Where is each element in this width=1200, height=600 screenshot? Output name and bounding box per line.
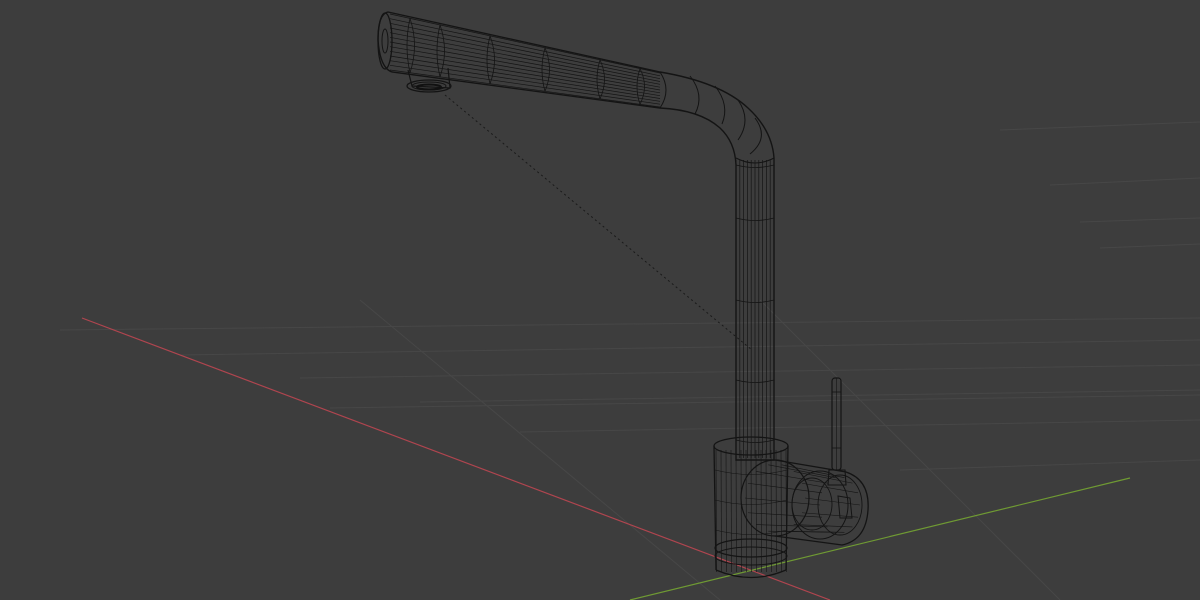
base-wire <box>725 449 727 573</box>
3d-viewport[interactable] <box>0 0 1200 600</box>
base-wire <box>730 449 732 573</box>
spout-wire <box>389 46 661 94</box>
grid-line <box>419 389 1200 403</box>
viewport-canvas[interactable] <box>0 0 1200 600</box>
base-wire <box>745 449 747 573</box>
grid-line <box>759 299 1061 600</box>
grid-line <box>299 364 1200 379</box>
base-wire <box>755 449 757 573</box>
spout-outline <box>377 11 775 461</box>
grid-line <box>179 339 1200 356</box>
base-wire <box>770 449 772 573</box>
base-wires <box>714 449 788 573</box>
faucet-mesh[interactable] <box>377 11 869 579</box>
aerator[interactable] <box>406 67 452 93</box>
cartridge-wire <box>804 497 861 506</box>
base-wire <box>780 449 782 573</box>
base-wire <box>735 449 737 573</box>
grid-line <box>999 121 1200 131</box>
x-axis-line <box>81 317 831 600</box>
base-wire <box>720 449 722 573</box>
light-direction-line <box>444 94 753 351</box>
elbow-ring <box>689 75 700 115</box>
spout-wire <box>389 41 661 91</box>
y-axis-line <box>629 477 1131 600</box>
spout-longitudinal-wires <box>389 13 661 108</box>
spout-wire <box>389 13 661 74</box>
grid-line <box>899 459 1200 471</box>
spout-wire <box>389 60 661 102</box>
base-wire <box>750 449 752 573</box>
elbow-ring <box>737 99 746 141</box>
floor-grid <box>59 121 1200 600</box>
grid-line <box>1079 217 1200 223</box>
grid-line <box>359 299 721 600</box>
spout-end-cap <box>377 12 393 70</box>
grid-line <box>519 419 1200 433</box>
base-wire <box>775 449 777 573</box>
cartridge-wire <box>756 471 828 484</box>
mixer-cartridge[interactable] <box>740 459 869 546</box>
spout-wire <box>389 18 661 77</box>
base-wire <box>740 449 742 573</box>
grid-line <box>59 317 1200 331</box>
elbow-ring <box>659 71 667 109</box>
base-wire <box>765 449 767 573</box>
grid-line <box>1049 177 1200 186</box>
elbow-ring <box>749 117 762 155</box>
grid-line <box>1099 243 1200 249</box>
faucet-base-body[interactable] <box>713 436 789 579</box>
base-wire <box>760 449 762 573</box>
spout-wire <box>389 22 661 80</box>
spout-end-inner <box>381 28 389 54</box>
